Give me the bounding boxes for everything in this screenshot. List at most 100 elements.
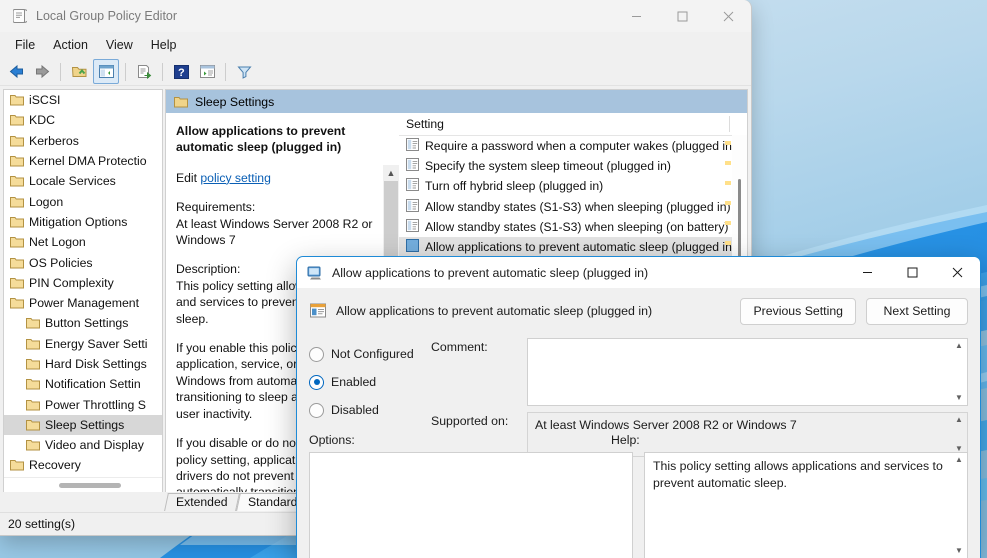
tree-item-label: Net Logon [29,235,86,250]
tree-item-locale-services[interactable]: Locale Services [4,171,162,191]
options-help-panes: This policy setting allows applications … [309,452,968,558]
settings-list-row[interactable]: Require a password when a computer wakes… [399,136,747,156]
settings-list-row[interactable]: Specify the system sleep timeout (plugge… [399,156,747,176]
help-icon[interactable]: ? [169,60,193,83]
requirements-label: Requirements: [176,200,256,215]
tree-item-os-policies[interactable]: OS Policies [4,252,162,272]
dialog-close-button[interactable] [935,257,980,288]
policy-setting-dialog: Allow applications to prevent automatic … [296,256,981,558]
folder-icon [10,114,24,126]
tree-item-label: Hard Disk Settings [45,357,147,371]
tree-item-kdc[interactable]: KDC [4,110,162,130]
filter-icon[interactable] [232,60,256,83]
tree-item-net-logon[interactable]: Net Logon [4,232,162,252]
radio-dot-not-configured [309,346,324,362]
column-divider[interactable] [729,116,730,132]
tree-item-sleep-settings[interactable]: Sleep Settings [4,414,162,436]
tree-item-remote-assistance[interactable]: Remote Assistance [4,476,162,477]
settings-list-row[interactable]: Allow standby states (S1-S3) when sleepi… [399,197,747,217]
radio-not-configured[interactable]: Not Configured [309,340,431,368]
tree-item-power-management[interactable]: Power Management [4,293,162,313]
options-content [310,453,632,558]
policy-setting-link[interactable]: policy setting [200,171,270,185]
help-pane[interactable]: This policy setting allows applications … [644,452,968,558]
tree-item-notification-settin[interactable]: Notification Settin [4,374,162,394]
folder-icon [10,196,24,208]
folder-icon [10,257,24,269]
settings-list-row-label: Allow applications to prevent automatic … [425,240,736,255]
export-list-icon[interactable] [132,60,156,83]
tab-extended[interactable]: Extended [164,493,240,511]
radio-label-disabled: Disabled [331,403,379,417]
close-button[interactable] [705,0,751,32]
next-setting-button[interactable]: Next Setting [866,297,968,325]
policy-dialog-icon [307,265,323,281]
comment-value[interactable] [528,339,951,405]
settings-list-row[interactable]: Allow standby states (S1-S3) when sleepi… [399,217,747,237]
requirements-block: Requirements: At least Windows Server 20… [176,199,389,248]
menu-item-help[interactable]: Help [142,35,186,55]
menu-item-file[interactable]: File [6,35,44,55]
comment-scroll-down-arrow-icon[interactable]: ▼ [955,394,963,402]
tree-item-label: Energy Saver Setti [45,336,148,351]
dialog-header-text: Allow applications to prevent automatic … [336,304,653,318]
up-folder-icon[interactable] [67,60,91,83]
settings-list-row[interactable]: Allow applications to prevent automatic … [399,236,747,258]
help-scroll-up-arrow-icon[interactable]: ▲ [955,456,963,464]
help-scrollbar[interactable]: ▲ ▼ [951,453,967,558]
maximize-button[interactable] [659,0,705,32]
extended-scroll-thumb[interactable] [384,181,398,259]
back-arrow-icon[interactable] [4,60,28,83]
tree-item-recovery[interactable]: Recovery [4,455,162,475]
tree-item-video-and-display[interactable]: Video and Display [4,435,162,455]
minimize-button[interactable] [613,0,659,32]
forward-arrow-icon[interactable] [30,60,54,83]
tree-hscroll-thumb[interactable] [59,482,121,488]
settings-list-row-label: Specify the system sleep timeout (plugge… [425,159,671,174]
tree-item-logon[interactable]: Logon [4,191,162,211]
tree-item-pin-complexity[interactable]: PIN Complexity [4,273,162,293]
dialog-maximize-button[interactable] [890,257,935,288]
tree-item-kerberos[interactable]: Kerberos [4,131,162,151]
tree-item-iscsi[interactable]: iSCSI [4,90,162,110]
previous-setting-button[interactable]: Previous Setting [740,297,856,325]
folder-icon [26,317,40,329]
settings-list-row[interactable]: Turn off hybrid sleep (plugged in) [399,176,747,196]
menu-item-action[interactable]: Action [44,35,97,55]
tree-item-mitigation-options[interactable]: Mitigation Options [4,212,162,232]
tree-item-label: Power Management [29,296,140,311]
menu-item-view[interactable]: View [97,35,142,55]
policy-setting-icon [406,138,419,154]
settings-list-header[interactable]: Setting [399,113,747,136]
show-hide-console-tree-icon[interactable] [93,59,119,84]
supported-scroll-up-arrow-icon[interactable]: ▲ [955,416,963,424]
tree-item-label: Kernel DMA Protectio [29,154,147,169]
radio-disabled[interactable]: Disabled [309,396,431,424]
tab-standard-label: Standard [247,495,297,509]
radio-dot-disabled [309,402,324,418]
comment-textbox[interactable]: ▲ ▼ [527,338,968,406]
scroll-up-arrow-icon[interactable]: ▲ [383,165,399,181]
tree-item-label: Mitigation Options [29,214,128,229]
policy-setting-icon [406,239,419,255]
folder-icon [26,399,40,411]
tree-item-button-settings[interactable]: Button Settings [4,313,162,333]
folder-icon [10,297,24,309]
folder-icon [10,459,24,471]
tree-item-kernel-dma-protectio[interactable]: Kernel DMA Protectio [4,151,162,171]
options-pane[interactable] [309,452,633,558]
help-scroll-down-arrow-icon[interactable]: ▼ [955,547,963,555]
tree-item-power-throttling-s[interactable]: Power Throttling S [4,394,162,414]
tree-item-hard-disk-settings[interactable]: Hard Disk Settings [4,354,162,374]
tree-item-energy-saver-setti[interactable]: Energy Saver Setti [4,334,162,354]
tree-item-label: Logon [29,194,64,209]
dialog-minimize-button[interactable] [845,257,890,288]
comment-scroll-up-arrow-icon[interactable]: ▲ [955,342,963,350]
folder-icon [26,378,40,390]
comment-scrollbar[interactable]: ▲ ▼ [951,339,967,405]
tree-horizontal-scrollbar[interactable] [4,477,162,492]
folder-icon [10,175,24,187]
radio-enabled[interactable]: Enabled [309,368,431,396]
properties-icon[interactable] [195,60,219,83]
tree-scroll-region[interactable]: iSCSI KDC Kerberos Kernel DMA Protectio Loca… [4,90,162,477]
